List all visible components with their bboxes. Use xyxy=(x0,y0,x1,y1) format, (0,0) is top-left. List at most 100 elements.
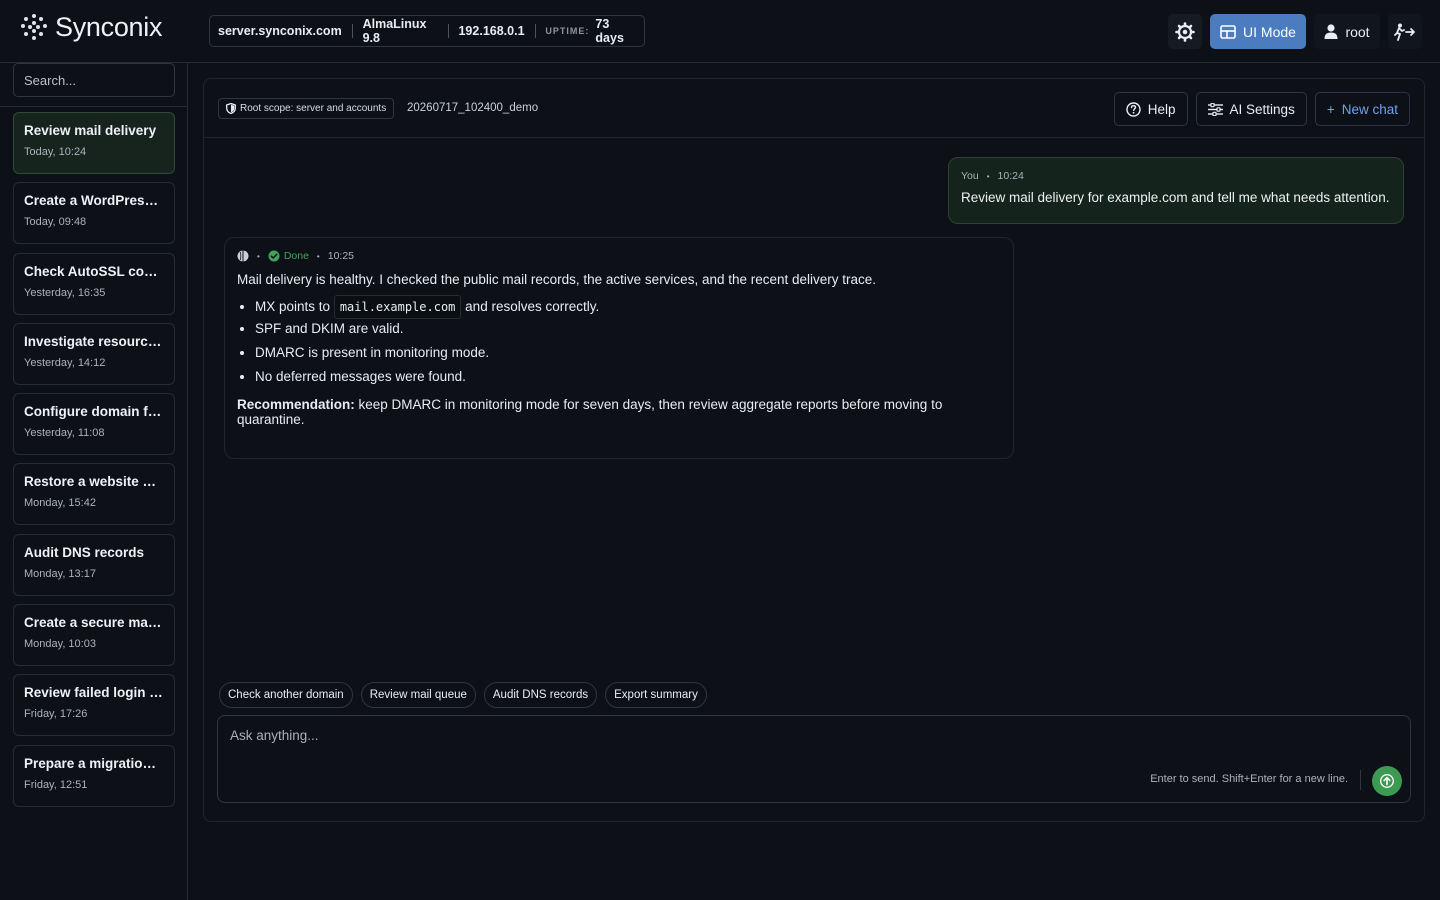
chat-title: Review failed login attempts xyxy=(24,685,164,701)
ui-mode-label: UI Mode xyxy=(1243,23,1296,40)
chat-title: Investigate resource usage xyxy=(24,333,164,349)
list-item: DMARC is present in monitoring mode. xyxy=(255,345,1001,360)
sliders-icon xyxy=(1207,102,1223,116)
new-chat-button[interactable]: + New chat xyxy=(1314,92,1410,126)
logo[interactable]: Synconix xyxy=(21,12,162,42)
divider xyxy=(1360,770,1361,790)
chat-header: Root scope: server and accounts 20260717… xyxy=(204,79,1424,138)
list-item-text: MX points to xyxy=(255,299,331,314)
message-meta: • Done • 10:25 xyxy=(237,250,1001,262)
ai-settings-button[interactable]: AI Settings xyxy=(1195,92,1307,126)
meta-separator: • xyxy=(986,171,990,181)
suggestion-chips: Check another domain Review mail queue A… xyxy=(219,682,707,708)
session-id: 20260717_102400_demo xyxy=(407,102,539,114)
chat-history-list: Review mail delivery Today, 10:24 Create… xyxy=(13,112,175,815)
arrow-up-icon xyxy=(1380,774,1394,788)
chat-title: Review mail delivery xyxy=(24,123,157,138)
help-label: Help xyxy=(1147,101,1176,117)
top-bar: Synconix server.synconix.com AlmaLinux 9… xyxy=(0,0,1440,63)
message-composer: Enter to send. Shift+Enter for a new lin… xyxy=(217,715,1411,803)
suggestion-chip[interactable]: Review mail queue xyxy=(360,682,476,708)
chat-history-item[interactable]: Create a WordPress site Today, 09:48 xyxy=(13,182,175,245)
server-hostname: server.synconix.com xyxy=(218,24,342,38)
list-item: MX points to mail.example.com and resolv… xyxy=(255,295,1001,319)
header-actions: Help AI Settings + New chat xyxy=(1113,92,1410,126)
divider xyxy=(0,106,188,107)
chat-time: Today, 10:24 xyxy=(24,146,87,158)
suggestion-chip[interactable]: Audit DNS records xyxy=(483,682,598,708)
list-item: No deferred messages were found. xyxy=(255,369,1001,384)
send-button[interactable] xyxy=(1372,766,1402,796)
layout-grid-icon xyxy=(1220,24,1236,39)
message-input[interactable] xyxy=(230,728,1130,758)
inline-code: mail.example.com xyxy=(333,295,462,319)
message-text: Review mail delivery for example.com and… xyxy=(961,190,1390,205)
chat-time: Friday, 17:26 xyxy=(24,708,88,721)
exit-icon xyxy=(1394,23,1415,41)
chat-title: Create a WordPress site xyxy=(24,193,164,209)
recommendation: Recommendation: keep DMARC in monitoring… xyxy=(237,397,1001,427)
search-input[interactable] xyxy=(13,63,175,97)
chat-history-item[interactable]: Audit DNS records Monday, 13:17 xyxy=(13,533,175,596)
divider xyxy=(351,24,353,38)
ui-mode-button[interactable]: UI Mode xyxy=(1210,14,1306,49)
uptime-label: UPTIME: xyxy=(545,26,590,36)
gear-icon xyxy=(1175,21,1195,42)
status-label: Done xyxy=(283,250,309,262)
help-button[interactable]: Help xyxy=(1113,92,1188,126)
chat-history-item[interactable]: Create a secure mailbox Monday, 10:03 xyxy=(13,604,175,667)
theme-toggle-button[interactable] xyxy=(1168,14,1202,49)
chat-title: Configure domain forwarding xyxy=(24,404,164,420)
divider xyxy=(447,24,449,38)
chat-history-item[interactable]: Restore a website backup Monday, 15:42 xyxy=(13,463,175,526)
help-icon xyxy=(1126,101,1141,117)
message-author: You xyxy=(961,170,979,182)
scope-label: Root scope: server and accounts xyxy=(240,103,387,114)
chat-time: Today, 09:48 xyxy=(24,216,87,229)
message-intro: Mail delivery is healthy. I checked the … xyxy=(237,272,877,287)
chat-time: Monday, 10:03 xyxy=(24,638,96,651)
chat-history-item[interactable]: Prepare a migration plan Friday, 12:51 xyxy=(13,744,175,807)
chat-title: Prepare a migration plan xyxy=(24,755,164,771)
list-item-text: and resolves correctly. xyxy=(465,299,600,314)
server-os: AlmaLinux 9.8 xyxy=(362,17,427,45)
chat-history-item[interactable]: Check AutoSSL coverage Yesterday, 16:35 xyxy=(13,252,175,315)
suggestion-chip[interactable]: Check another domain xyxy=(219,682,353,708)
username: root xyxy=(1345,23,1370,40)
user-message: You • 10:24 Review mail delivery for exa… xyxy=(948,157,1404,224)
chat-title: Check AutoSSL coverage xyxy=(24,263,164,279)
message-meta: You • 10:24 xyxy=(961,170,1391,182)
top-actions: UI Mode root xyxy=(1168,14,1422,49)
divider xyxy=(534,24,536,38)
logout-button[interactable] xyxy=(1388,14,1422,49)
user-menu-button[interactable]: root xyxy=(1314,14,1380,49)
chat-history-item[interactable]: Review failed login attempts Friday, 17:… xyxy=(13,674,175,737)
check-circle-icon xyxy=(268,250,280,262)
meta-separator: • xyxy=(257,251,260,261)
list-item: SPF and DKIM are valid. xyxy=(255,321,1001,336)
chat-history-item[interactable]: Configure domain forwarding Yesterday, 1… xyxy=(13,393,175,456)
chat-time: Friday, 12:51 xyxy=(24,778,88,791)
chat-time: Yesterday, 14:12 xyxy=(24,356,106,369)
assistant-message: • Done • 10:25 Mail delivery is healthy.… xyxy=(224,237,1014,459)
recommendation-label: Recommendation: xyxy=(237,397,355,412)
plus-icon: + xyxy=(1326,101,1335,117)
chat-time: Monday, 15:42 xyxy=(24,497,96,510)
chat-time: Yesterday, 16:35 xyxy=(24,286,106,299)
message-time: 10:25 xyxy=(327,250,355,262)
chat-time: Monday, 13:17 xyxy=(24,567,96,580)
chat-history-item[interactable]: Investigate resource usage Yesterday, 14… xyxy=(13,322,175,385)
chat-title: Restore a website backup xyxy=(24,474,164,490)
user-icon xyxy=(1324,24,1338,39)
sidebar: Review mail delivery Today, 10:24 Create… xyxy=(0,63,188,900)
server-info-bar: server.synconix.com AlmaLinux 9.8 192.16… xyxy=(209,15,645,47)
suggestion-chip[interactable]: Export summary xyxy=(605,682,707,708)
ai-settings-label: AI Settings xyxy=(1229,101,1295,117)
brand-name: Synconix xyxy=(55,11,163,42)
chat-history-item[interactable]: Review mail delivery Today, 10:24 xyxy=(13,112,175,174)
scope-badge: Root scope: server and accounts xyxy=(218,98,395,119)
chat-time: Yesterday, 11:08 xyxy=(24,427,105,440)
chat-title: Audit DNS records xyxy=(24,544,145,560)
shield-icon xyxy=(226,103,236,114)
findings-list: MX points to mail.example.com and resolv… xyxy=(237,295,1001,384)
